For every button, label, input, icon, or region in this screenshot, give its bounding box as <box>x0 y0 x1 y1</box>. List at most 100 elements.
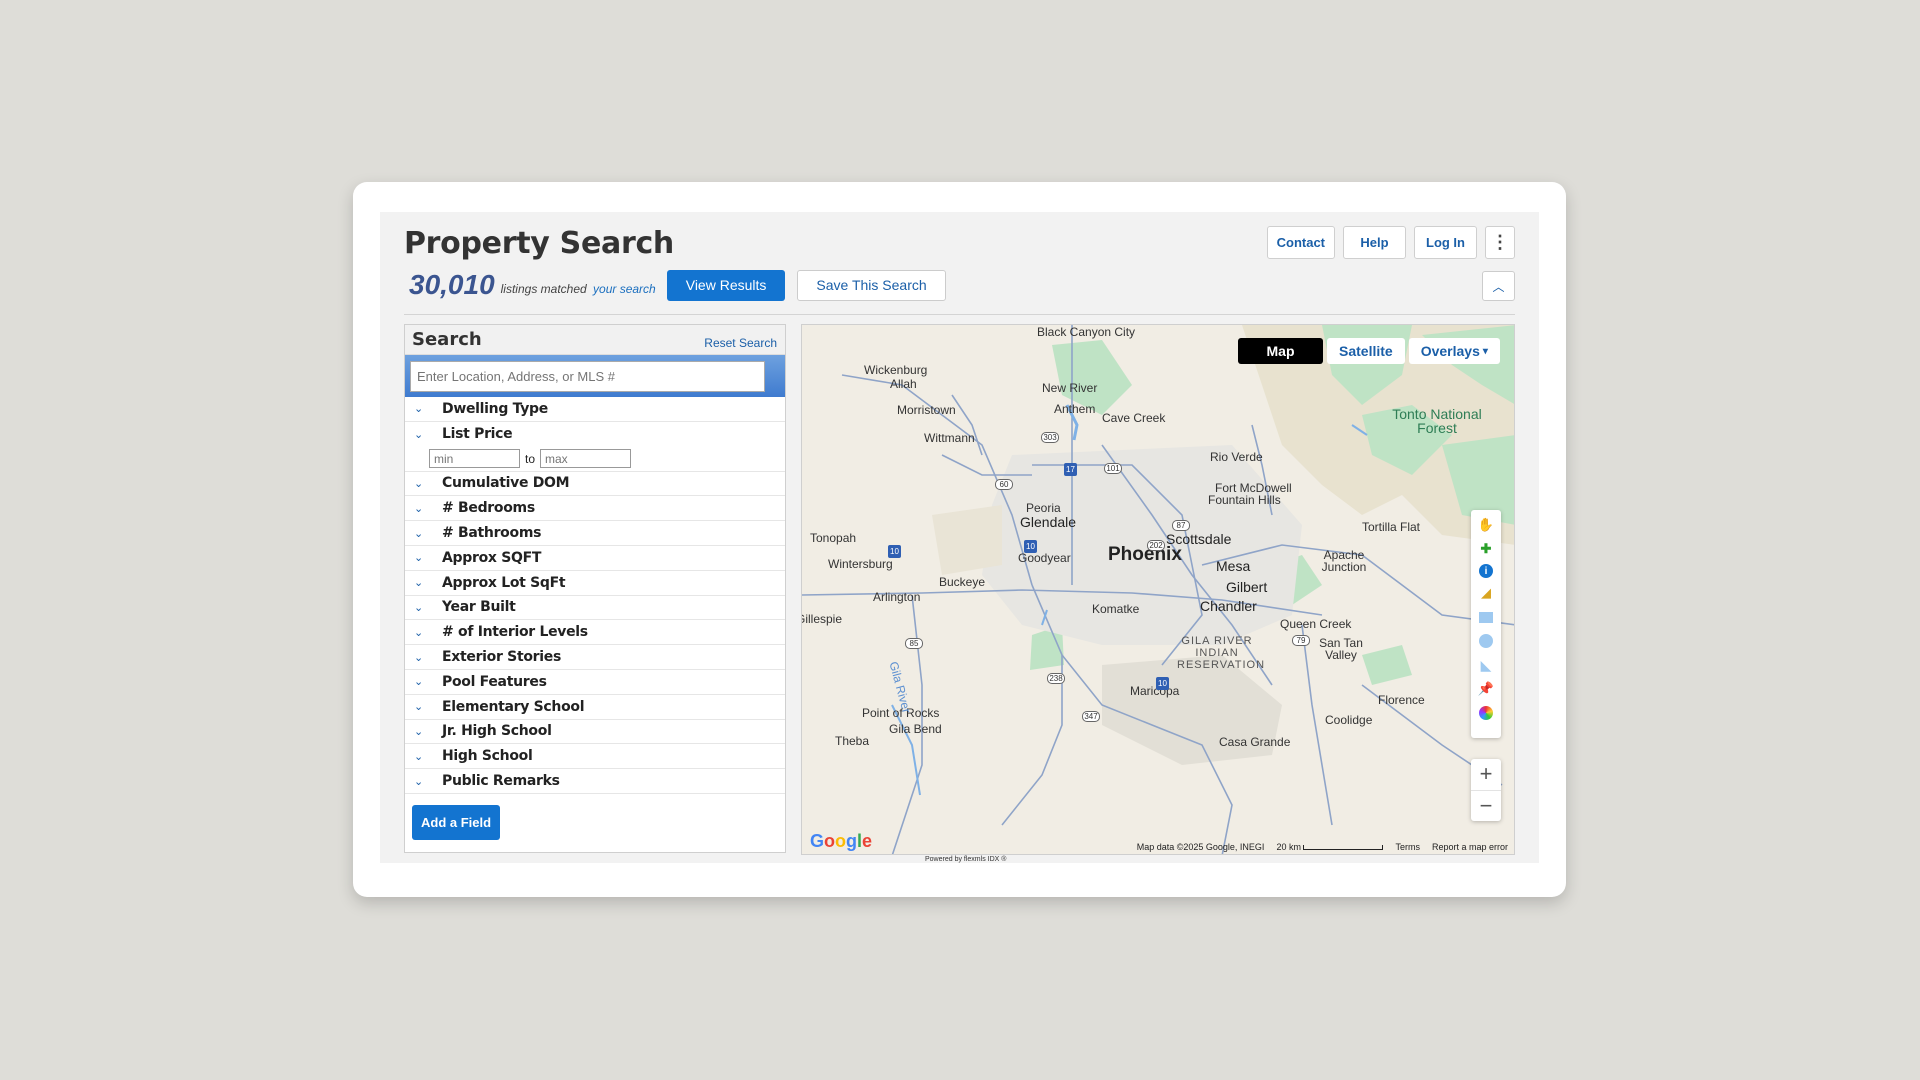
search-field-row[interactable]: ⌄ Approx Lot SqFt <box>405 571 785 596</box>
search-field-row[interactable]: ⌄ # of Interior Levels <box>405 620 785 646</box>
search-field-row[interactable]: ⌄ Year Built <box>405 596 785 621</box>
reset-search-link[interactable]: Reset Search <box>704 336 777 350</box>
map-label-anthem: Anthem <box>1054 402 1096 416</box>
search-field-label: # Bathrooms <box>442 525 542 542</box>
map-label-black-canyon-city: Black Canyon City <box>1037 325 1136 339</box>
listing-count: 30,010 <box>409 269 495 300</box>
zoom-in-button[interactable]: + <box>1471 759 1501 791</box>
search-fields-list: ⌄ Dwelling Type ⌄ List Price to ⌄ Cumulative D… <box>405 397 785 794</box>
chevron-down-icon: ⌄ <box>414 428 424 441</box>
zoom-controls: + − <box>1471 759 1501 821</box>
map-label-peoria: Peoria <box>1026 501 1061 515</box>
map-label-goodyear: Goodyear <box>1018 551 1071 565</box>
chevron-down-icon: ⌄ <box>414 775 424 788</box>
hand-icon[interactable]: ✋ <box>1477 516 1495 534</box>
interstate-10-shield: 10 <box>1024 540 1037 553</box>
map-label-casa-grande: Casa Grande <box>1219 735 1291 749</box>
chevron-down-icon: ⌄ <box>414 502 424 515</box>
tab-satellite[interactable]: Satellite <box>1327 338 1405 364</box>
chevron-up-icon: ︿ <box>1492 279 1505 294</box>
map-label-maricopa: Maricopa <box>1130 684 1180 698</box>
search-field-label: Elementary School <box>442 698 585 715</box>
circle-icon[interactable] <box>1477 632 1495 650</box>
route-303-shield: 303 <box>1041 432 1059 443</box>
ruler-icon[interactable]: ◢ <box>1477 584 1495 602</box>
color-wheel-icon[interactable] <box>1477 704 1495 722</box>
map-label-tonopah: Tonopah <box>810 531 857 545</box>
search-field-row[interactable]: ⌄ List Price <box>405 422 785 447</box>
tab-overlays[interactable]: Overlays ▾ <box>1408 338 1500 364</box>
view-results-button[interactable]: View Results <box>666 269 786 301</box>
collapse-button[interactable]: ︿ <box>1482 271 1515 301</box>
map-label-glendale: Glendale <box>1020 514 1077 530</box>
search-field-row[interactable]: ⌄ Dwelling Type <box>405 397 785 422</box>
search-field-row[interactable]: ⌄ High School <box>405 744 785 770</box>
search-field-row[interactable]: ⌄ Pool Features <box>405 670 785 695</box>
help-button[interactable]: Help <box>1343 226 1406 259</box>
route-101-shield: 101 <box>1104 463 1122 474</box>
search-field-row[interactable]: ⌄ Exterior Stories <box>405 645 785 670</box>
tab-map[interactable]: Map <box>1238 338 1323 364</box>
terms-link[interactable]: Terms <box>1395 842 1420 852</box>
map-label-buckeye: Buckeye <box>939 575 986 589</box>
add-field-button[interactable]: Add a Field <box>412 805 501 840</box>
search-field-row[interactable]: ⌄ # Bathrooms <box>405 521 785 546</box>
rectangle-icon[interactable] <box>1477 608 1495 626</box>
pin-icon[interactable]: 📌 <box>1477 680 1495 698</box>
your-search-link[interactable]: your search <box>593 282 656 296</box>
map-label-queen-creek: Queen Creek <box>1280 617 1352 631</box>
search-field-row[interactable]: ⌄ Cumulative DOM <box>405 472 785 497</box>
search-field-label: Cumulative DOM <box>442 475 570 492</box>
search-field-row[interactable]: ⌄ Jr. High School <box>405 720 785 745</box>
route-238-shield: 238 <box>1047 673 1065 684</box>
location-search-input[interactable] <box>410 361 765 392</box>
price-max-input[interactable] <box>540 449 632 469</box>
map-label-mesa: Mesa <box>1216 558 1251 574</box>
map-label-san-tan-valley: San Tan Valley <box>1319 636 1363 662</box>
search-field-row[interactable]: ⌄ Public Remarks <box>405 769 785 794</box>
search-field-row[interactable]: ⌄ Elementary School <box>405 695 785 720</box>
interstate-10-south-shield: 10 <box>1156 677 1169 690</box>
search-field-label: Jr. High School <box>442 723 552 740</box>
route-60-shield: 60 <box>995 479 1013 490</box>
map-view[interactable]: Black Canyon City Wickenburg Allah New R… <box>801 324 1515 855</box>
info-icon[interactable]: i <box>1479 564 1493 578</box>
price-min-input[interactable] <box>429 449 520 469</box>
search-panel-title: Search <box>412 329 482 350</box>
top-actions: Contact Help Log In ⋮ <box>1266 226 1515 259</box>
report-map-error-link[interactable]: Report a map error <box>1432 842 1508 852</box>
chevron-down-icon: ⌄ <box>414 577 424 590</box>
login-button[interactable]: Log In <box>1414 226 1477 259</box>
chevron-down-icon: ⌄ <box>414 701 424 714</box>
search-field-label: Public Remarks <box>442 773 560 790</box>
map-label-gillespie: Gillespie <box>802 612 843 626</box>
save-search-button[interactable]: Save This Search <box>797 269 946 301</box>
map-label-gilbert: Gilbert <box>1226 579 1268 595</box>
polygon-icon[interactable]: ◣ <box>1477 656 1495 674</box>
search-field-label: Year Built <box>442 599 516 616</box>
map-label-florence: Florence <box>1378 693 1425 707</box>
search-field-row[interactable]: ⌄ # Bedrooms <box>405 496 785 522</box>
map-label-arlington: Arlington <box>873 590 921 604</box>
search-field-label: Approx SQFT <box>442 549 542 566</box>
main-card: Property Search Contact Help Log In ⋮ 30… <box>353 182 1566 897</box>
chevron-down-icon: ⌄ <box>414 601 424 614</box>
route-202-shield: 202 <box>1147 540 1165 551</box>
map-label-gila-river-reservation: GILA RIVER INDIAN RESERVATION <box>1177 635 1266 671</box>
add-icon[interactable]: ✚ <box>1477 540 1495 558</box>
interstate-10-west-shield: 10 <box>888 545 901 558</box>
map-label-new-river: New River <box>1042 381 1098 395</box>
map-label-tonto: Tonto National Forest <box>1392 406 1482 436</box>
map-label-fountain-hills: Fountain Hills <box>1208 493 1281 507</box>
search-field-row[interactable]: ⌄ Approx SQFT <box>405 546 785 571</box>
contact-button[interactable]: Contact <box>1266 226 1335 259</box>
map-label-phoenix: Phoenix <box>1108 544 1182 565</box>
map-label-chandler: Chandler <box>1200 598 1257 614</box>
search-field-label: Approx Lot SqFt <box>442 574 566 591</box>
zoom-out-button[interactable]: − <box>1471 791 1501 822</box>
more-menu-icon[interactable]: ⋮ <box>1485 226 1515 259</box>
map-attribution: Map data ©2025 Google, INEGI 20 km Terms… <box>1137 842 1508 852</box>
map-label-rio-verde: Rio Verde <box>1210 450 1263 464</box>
price-to-label: to <box>525 451 536 466</box>
results-row: 30,010 listings matched your search View… <box>409 269 946 301</box>
